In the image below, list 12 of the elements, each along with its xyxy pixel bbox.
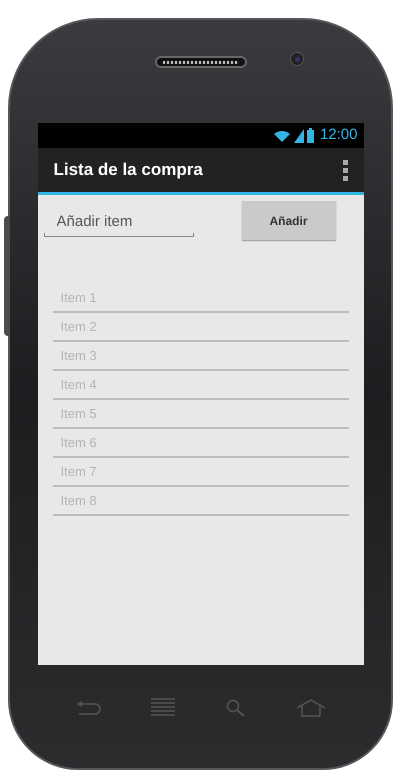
home-icon[interactable] (296, 698, 326, 716)
signal-icon (294, 128, 304, 142)
app-title: Lista de la compra (54, 159, 203, 182)
clock-time: 12:00 (320, 125, 358, 146)
battery-icon (306, 128, 314, 143)
search-icon[interactable] (226, 698, 246, 716)
wifi-icon (272, 128, 291, 142)
menu-icon[interactable] (151, 698, 176, 718)
add-button[interactable]: Añadir (242, 201, 336, 240)
back-icon[interactable] (75, 700, 102, 716)
overflow-menu-icon[interactable] (340, 158, 350, 182)
camera-lens (290, 52, 304, 66)
